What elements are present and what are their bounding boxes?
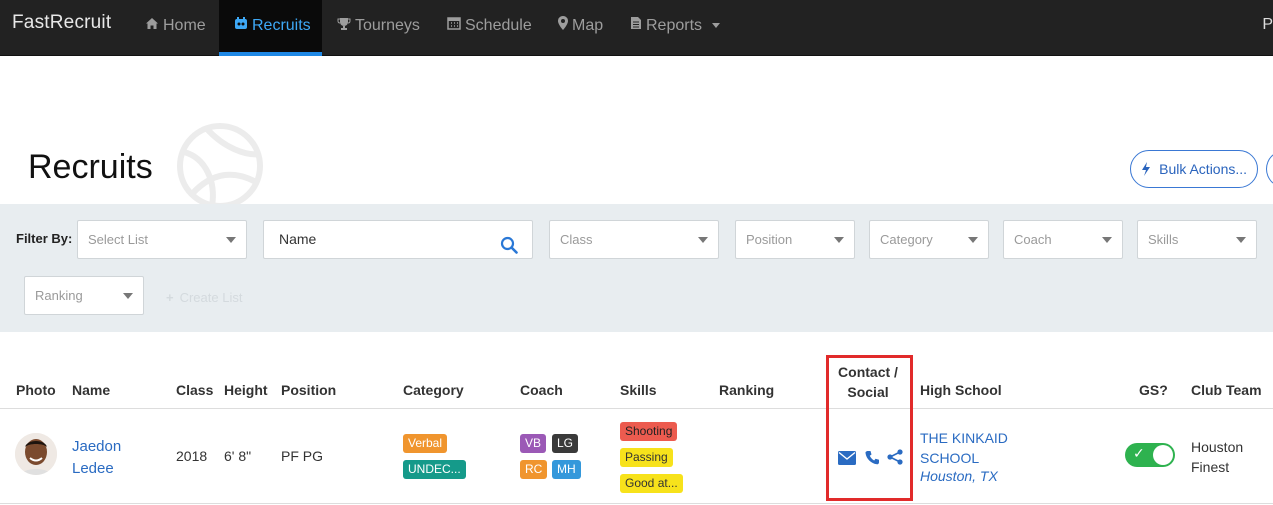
toggle-knob [1153,445,1173,465]
header-position[interactable]: Position [281,382,336,398]
check-icon: ✓ [1133,445,1145,461]
recruit-height: 6' 8" [224,448,252,464]
category-dropdown[interactable]: Category [869,220,989,259]
header-category[interactable]: Category [403,382,464,398]
name-search-input[interactable]: Name [263,220,533,259]
coach-placeholder: Coach [1014,232,1052,247]
ranking-placeholder: Ranking [35,288,83,303]
header-high-school[interactable]: High School [920,382,1002,398]
recruit-last-name: Ledee [72,460,114,477]
class-dropdown[interactable]: Class [549,220,719,259]
bulk-actions-button[interactable]: Bulk Actions... [1130,150,1258,188]
select-list-placeholder: Select List [88,232,148,247]
category-placeholder: Category [880,232,933,247]
file-icon [630,0,642,50]
caret-down-icon [1102,237,1112,243]
category-badge[interactable]: UNDEC... [403,460,466,479]
bulk-actions-label: Bulk Actions... [1159,161,1248,177]
table-divider [0,503,1273,504]
user-menu[interactable]: P [1262,16,1273,34]
club-line2: Finest [1191,459,1230,475]
position-placeholder: Position [746,232,793,247]
skills-placeholder: Skills [1148,232,1179,247]
caret-down-icon [1236,237,1246,243]
brand-logo[interactable]: FastRecruit [12,12,111,34]
nav-home[interactable]: Home [145,0,206,56]
nav-map[interactable]: Map [558,0,603,56]
name-search-placeholder: Name [279,231,317,247]
skill-badge[interactable]: Shooting [620,422,678,441]
trophy-icon [337,0,351,50]
calendar-icon [447,0,461,50]
header-skills[interactable]: Skills [620,382,657,398]
club-team: Houston Finest [1191,437,1243,477]
header-class[interactable]: Class [176,382,213,398]
recruit-position: PF PG [281,448,324,464]
ranking-dropdown[interactable]: Ranking [24,276,144,315]
header-club-team[interactable]: Club Team [1191,382,1262,398]
nav-recruits-label: Recruits [252,17,311,34]
nav-schedule-label: Schedule [465,17,532,34]
highlight-box [826,355,913,501]
search-icon[interactable] [500,231,518,268]
header-photo: Photo [16,382,56,398]
nav-tourneys-label: Tourneys [355,17,420,34]
home-icon [145,0,159,50]
top-navbar: FastRecruit Home Recruits Tourneys Sched… [0,0,1273,56]
header-ranking[interactable]: Ranking [719,382,774,398]
header-height[interactable]: Height [224,382,268,398]
header-gs[interactable]: GS? [1139,382,1168,398]
skill-badge[interactable]: Passing [620,448,673,467]
nav-map-label: Map [572,17,604,34]
caret-down-icon [834,237,844,243]
class-placeholder: Class [560,232,593,247]
plus-icon: + [166,290,174,305]
filter-label: Filter By: [16,231,73,246]
nav-reports-label: Reports [646,17,703,34]
skill-badge[interactable]: Good at... [620,474,683,493]
recruit-first-name: Jaedon [72,438,122,455]
table-divider [0,408,1273,409]
club-line1: Houston [1191,439,1244,455]
caret-down-icon [226,237,236,243]
page-title: Recruits [28,148,153,186]
coach-dropdown[interactable]: Coach [1003,220,1123,259]
select-list-dropdown[interactable]: Select List [77,220,247,259]
map-marker-icon [558,0,568,50]
create-list-button[interactable]: + Create List [166,290,242,305]
position-dropdown[interactable]: Position [735,220,855,259]
recruit-class: 2018 [176,448,208,464]
header-coach[interactable]: Coach [520,382,563,398]
header-name[interactable]: Name [72,382,110,398]
recruit-name-link[interactable]: Jaedon Ledee [72,436,142,480]
avatar[interactable] [15,433,57,475]
coach-badge[interactable]: MH [552,460,581,479]
caret-down-icon [968,237,978,243]
category-badge[interactable]: Verbal [403,434,448,453]
chevron-down-icon [712,23,721,29]
nav-recruits[interactable]: Recruits [219,0,322,56]
gs-toggle[interactable]: ✓ [1125,443,1175,467]
coach-badge[interactable]: LG [552,434,579,453]
create-list-label: Create List [179,290,243,305]
nav-schedule[interactable]: Schedule [447,0,532,56]
high-school-link[interactable]: THE KINKAID SCHOOL [920,428,1008,468]
bolt-icon [1141,161,1155,178]
secondary-action-button[interactable] [1266,150,1273,188]
school-location: Houston, TX [920,468,998,484]
skills-dropdown[interactable]: Skills [1137,220,1257,259]
caret-down-icon [698,237,708,243]
coach-badge[interactable]: RC [520,460,548,479]
nav-tourneys[interactable]: Tourneys [337,0,420,56]
basketball-icon [176,122,264,215]
caret-down-icon [123,293,133,299]
nav-reports[interactable]: Reports [630,0,721,56]
high-school-line1: THE KINKAID [920,430,1008,446]
recruits-icon [234,0,248,50]
high-school-line2: SCHOOL [920,450,980,466]
filter-bar: Filter By: Select List Name Class Positi… [0,204,1273,332]
coach-badge[interactable]: VB [520,434,547,453]
nav-home-label: Home [163,17,206,34]
